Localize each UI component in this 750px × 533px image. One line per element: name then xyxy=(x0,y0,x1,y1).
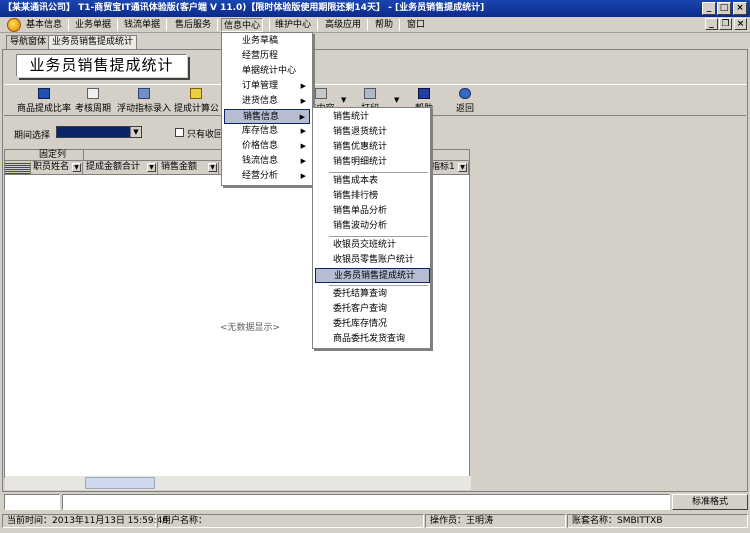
submenu-arrow-icon: ▶ xyxy=(299,113,305,121)
close-button[interactable]: × xyxy=(733,2,747,15)
menu-basic-info[interactable]: 基本信息 xyxy=(24,18,64,32)
column-sales-amount[interactable]: 销售金额 ▼ xyxy=(159,162,219,174)
mdi-minimize-button[interactable]: _ xyxy=(705,18,718,30)
app-logo-icon xyxy=(7,18,21,32)
menu-item-cashier-retail-stats[interactable]: 收银员零售账户统计 xyxy=(315,253,428,268)
menu-item-purchase-info[interactable]: 进货信息 ▶ xyxy=(224,94,310,109)
scrollbar-thumb[interactable] xyxy=(85,477,155,489)
list-content-dropdown-icon[interactable]: ▼ xyxy=(341,96,346,104)
period-select[interactable]: ▼ xyxy=(56,126,142,138)
sales-info-submenu: 销售统计 销售退货统计 销售优惠统计 销售明细统计 销售成本表 销售排行榜 销售… xyxy=(312,107,431,349)
status-time: 当前时间：2013年11月13日 15:59:46 xyxy=(2,514,168,528)
summary-field-wide xyxy=(62,494,670,510)
submenu-arrow-icon: ▶ xyxy=(300,127,306,135)
mdi-restore-button[interactable]: ❐ xyxy=(719,18,732,30)
menu-advanced[interactable]: 高级应用 xyxy=(323,18,363,32)
menu-item-business-draft[interactable]: 业务草稿 xyxy=(224,34,310,49)
submenu-arrow-icon: ▶ xyxy=(300,142,306,150)
menu-item-sales-discount-stats[interactable]: 销售优惠统计 xyxy=(315,140,428,155)
column-employee-name[interactable]: 职员姓名 ▼ xyxy=(31,162,83,174)
tab-salesperson-commission[interactable]: 业务员销售提成统计 xyxy=(48,35,138,49)
menu-after-sales[interactable]: 售后服务 xyxy=(173,18,213,32)
horizontal-scrollbar[interactable] xyxy=(5,476,471,490)
menu-maintenance[interactable]: 维护中心 xyxy=(273,18,313,32)
menu-item-sales-cost[interactable]: 销售成本表 xyxy=(315,174,428,189)
menu-item-price-info[interactable]: 价格信息 ▶ xyxy=(224,139,310,154)
menu-item-consignment-customer[interactable]: 委托客户查询 xyxy=(315,302,428,317)
calendar-icon xyxy=(87,88,99,99)
menu-item-salesperson-commission[interactable]: 业务员销售提成统计 xyxy=(315,268,430,283)
menu-help[interactable]: 帮助 xyxy=(373,18,395,32)
status-bar: 当前时间：2013年11月13日 15:59:46 用户名称： 操作员：王明涛 … xyxy=(0,513,750,530)
column-commission-total[interactable]: 提成金额合计 ▼ xyxy=(84,162,158,174)
book-icon xyxy=(418,88,430,99)
menu-business-docs[interactable]: 业务单据 xyxy=(73,18,113,32)
menu-window[interactable]: 窗口 xyxy=(405,18,427,32)
floating-index-entry-button[interactable]: 浮动指标录入 xyxy=(116,88,172,116)
period-label: 期间选择 xyxy=(14,131,51,141)
commission-formula-button[interactable]: 提成计算公 xyxy=(174,88,218,116)
chevron-down-icon: ▼ xyxy=(72,163,81,172)
chevron-down-icon: ▼ xyxy=(458,163,467,172)
grid-icon xyxy=(38,88,50,99)
only-received-label: 只有收回 xyxy=(187,130,224,140)
back-button[interactable]: 返回 xyxy=(448,88,482,116)
menu-item-cashflow-info[interactable]: 钱流信息 ▶ xyxy=(224,154,310,169)
page-title: 业务员销售提成统计 xyxy=(16,54,190,80)
menu-item-sales-return-stats[interactable]: 销售退货统计 xyxy=(315,125,428,140)
menu-item-inventory-info[interactable]: 库存信息 ▶ xyxy=(224,124,310,139)
commission-ratio-button[interactable]: 商品提成比率 xyxy=(14,88,74,116)
list-icon xyxy=(315,88,327,99)
menu-item-sales-info[interactable]: 销售信息 ▶ xyxy=(224,109,310,124)
mdi-close-button[interactable]: × xyxy=(734,18,747,30)
tab-navigation[interactable]: 导航窗体 xyxy=(6,35,51,49)
document-tabs: 导航窗体 业务员销售提成统计 xyxy=(0,34,750,49)
chevron-down-icon[interactable]: ▼ xyxy=(130,127,141,137)
chevron-down-icon: ▼ xyxy=(147,163,156,172)
no-data-text: <无数据显示> xyxy=(220,323,281,333)
only-received-checkbox[interactable] xyxy=(175,128,184,137)
menu-item-sales-stats[interactable]: 销售统计 xyxy=(315,110,428,125)
status-operator: 操作员：王明涛 xyxy=(425,514,566,528)
submenu-arrow-icon: ▶ xyxy=(300,82,306,90)
standard-format-button[interactable]: 标准格式 xyxy=(672,494,748,510)
menu-item-sales-ranking[interactable]: 销售排行榜 xyxy=(315,189,428,204)
title-bar: 【某某通讯公司】 T1-商贸宝IT通讯体验版(客户端 V 11.0)【限时体验版… xyxy=(0,0,750,17)
menu-cashflow-docs[interactable]: 钱流单据 xyxy=(122,18,162,32)
menu-info-center[interactable]: 信息中心 xyxy=(221,18,264,32)
row-selector-header[interactable] xyxy=(5,162,31,174)
window-title: 【某某通讯公司】 T1-商贸宝IT通讯体验版(客户端 V 11.0)【限时体验版… xyxy=(3,3,485,13)
submenu-arrow-icon: ▶ xyxy=(300,97,306,105)
formula-icon xyxy=(190,88,202,99)
menu-item-document-stats[interactable]: 单据统计中心 xyxy=(224,64,310,79)
printer-icon xyxy=(364,88,376,99)
info-center-menu: 业务草稿 经营历程 单据统计中心 订单管理 ▶ 进货信息 ▶ 销售信息 ▶ 库存信息 ▶… xyxy=(221,32,313,186)
status-user: 用户名称： xyxy=(157,514,424,528)
menu-item-cashier-shift-stats[interactable]: 收银员交班统计 xyxy=(315,238,428,253)
menu-item-business-history[interactable]: 经营历程 xyxy=(224,49,310,64)
bottom-row xyxy=(0,494,750,511)
minimize-button[interactable]: _ xyxy=(702,2,716,15)
submenu-arrow-icon: ▶ xyxy=(300,157,306,165)
menu-item-consignment-shipping[interactable]: 商品委托发货查询 xyxy=(315,332,428,347)
edit-icon xyxy=(138,88,150,99)
menu-bar: 基本信息 业务单据 钱流单据 售后服务 信息中心 维护中心 高级应用 帮助 窗口… xyxy=(0,17,750,33)
menu-item-business-analysis[interactable]: 经营分析 ▶ xyxy=(224,169,310,184)
submenu-arrow-icon: ▶ xyxy=(300,172,306,180)
summary-field xyxy=(4,494,60,510)
menu-item-sales-detail-stats[interactable]: 销售明细统计 xyxy=(315,155,428,170)
maximize-button[interactable]: □ xyxy=(717,2,731,15)
menu-item-order-management[interactable]: 订单管理 ▶ xyxy=(224,79,310,94)
status-account: 账套名称：SMBITTXB xyxy=(567,514,748,528)
assessment-period-button[interactable]: 考核周期 xyxy=(72,88,114,116)
menu-item-sales-fluctuation[interactable]: 销售波动分析 xyxy=(315,219,428,234)
menu-item-consignment-settlement[interactable]: 委托结算查询 xyxy=(315,287,428,302)
print-dropdown-icon[interactable]: ▼ xyxy=(394,96,399,104)
menu-item-single-product-analysis[interactable]: 销售单品分析 xyxy=(315,204,428,219)
menu-item-consignment-inventory[interactable]: 委托库存情况 xyxy=(315,317,428,332)
chevron-down-icon: ▼ xyxy=(208,163,217,172)
column-index1[interactable]: 指标1 ▼ xyxy=(431,162,469,174)
fixed-column-label: 固定列 xyxy=(39,150,67,160)
return-icon xyxy=(459,88,471,99)
